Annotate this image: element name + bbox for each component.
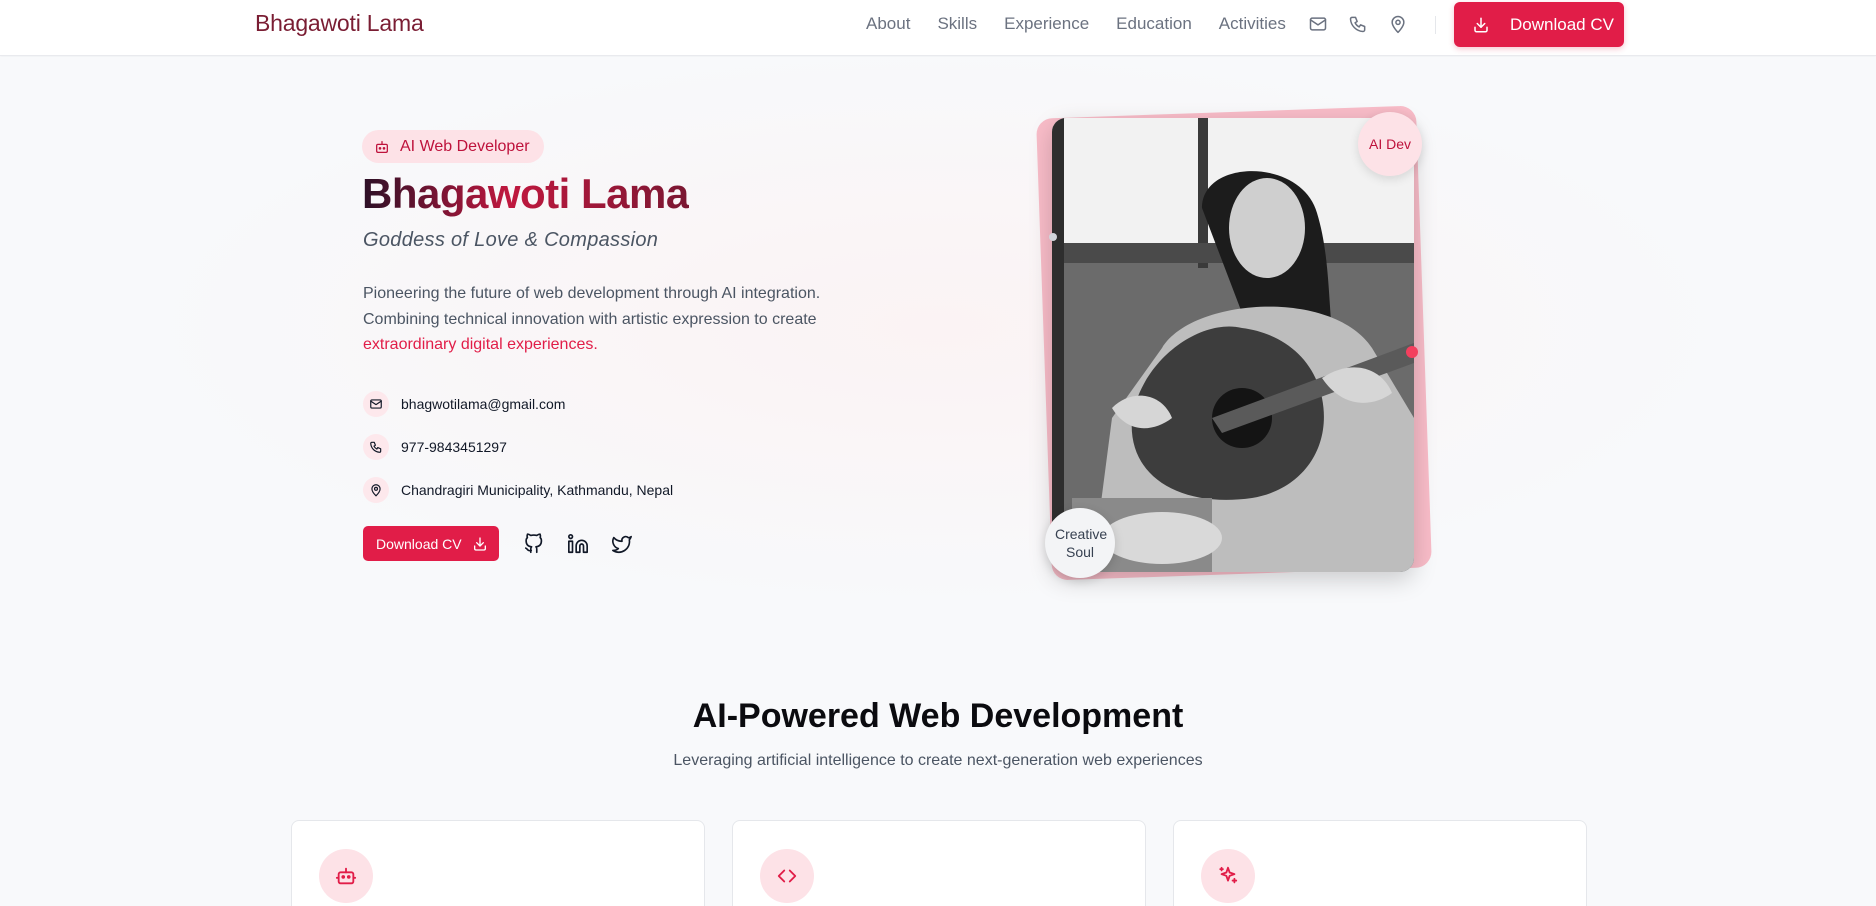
phone-icon	[363, 433, 389, 460]
hero-name: Bhagawoti Lama	[362, 170, 689, 217]
contact-phone-value: 977-9843451297	[401, 438, 507, 455]
nav-contact-icons	[1308, 14, 1428, 34]
twitter-icon[interactable]	[611, 533, 633, 555]
download-cv-button[interactable]: Download CV	[363, 526, 499, 561]
nav-link-about[interactable]: About	[866, 14, 910, 34]
contact-location: Chandragiri Municipality, Kathmandu, Nep…	[363, 468, 673, 511]
sparkles-icon	[1201, 849, 1255, 903]
hero-actions: Download CV	[363, 526, 633, 561]
float-badge-creative-soul: Creative Soul	[1045, 508, 1115, 578]
linkedin-icon[interactable]	[567, 533, 589, 555]
hero-intro: Pioneering the future of web development…	[363, 281, 843, 358]
profile-photo	[1052, 118, 1414, 572]
float-badge-ai-dev: AI Dev	[1358, 112, 1422, 176]
github-icon[interactable]	[523, 532, 545, 555]
nav-link-skills[interactable]: Skills	[937, 14, 977, 34]
profile-photo-illustration	[1052, 118, 1414, 572]
main-nav: About Skills Experience Education Activi…	[866, 14, 1313, 34]
download-cv-button-header[interactable]: Download CV	[1454, 2, 1624, 47]
decor-dot-accent	[1406, 346, 1418, 358]
section-title: AI-Powered Web Development	[692, 697, 1184, 735]
contact-list: bhagwotilama@gmail.com 977-9843451297 Ch…	[363, 382, 673, 511]
section-subtitle: Leveraging artificial intelligence to cr…	[673, 752, 1203, 769]
decor-dot	[1049, 233, 1057, 241]
download-icon	[472, 536, 488, 552]
top-navbar: Bhagawoti Lama About Skills Experience E…	[0, 0, 1876, 56]
download-icon	[1472, 16, 1490, 34]
brand-logo[interactable]: Bhagawoti Lama	[255, 10, 424, 37]
float-badge-creative-soul-label: Creative Soul	[1055, 526, 1108, 560]
nav-link-experience[interactable]: Experience	[1004, 14, 1089, 34]
nav-divider	[1435, 16, 1436, 34]
feature-card	[1173, 820, 1587, 906]
contact-phone[interactable]: 977-9843451297	[363, 425, 673, 468]
download-cv-label: Download CV	[1510, 14, 1614, 34]
download-cv-label: Download CV	[376, 535, 462, 552]
nav-link-education[interactable]: Education	[1116, 14, 1192, 34]
role-badge: AI Web Developer	[362, 130, 544, 163]
bot-icon	[374, 139, 390, 155]
feature-card	[732, 820, 1146, 906]
contact-location-value: Chandragiri Municipality, Kathmandu, Nep…	[401, 481, 674, 498]
intro-highlight: extraordinary digital experiences.	[363, 336, 598, 353]
hero-background	[0, 57, 1876, 657]
feature-card	[291, 820, 705, 906]
contact-email[interactable]: bhagwotilama@gmail.com	[363, 382, 673, 425]
intro-text: Pioneering the future of web development…	[363, 285, 821, 328]
map-pin-icon	[363, 476, 389, 503]
mail-icon[interactable]	[1308, 14, 1328, 34]
role-badge-label: AI Web Developer	[400, 137, 530, 155]
nav-link-activities[interactable]: Activities	[1219, 14, 1286, 34]
hero-tagline: Goddess of Love & Compassion	[363, 229, 659, 251]
phone-icon[interactable]	[1348, 14, 1368, 34]
mail-icon	[363, 390, 389, 417]
bot-icon	[319, 849, 373, 903]
code-icon	[760, 849, 814, 903]
map-pin-icon[interactable]	[1388, 14, 1408, 34]
contact-email-value: bhagwotilama@gmail.com	[401, 395, 566, 412]
